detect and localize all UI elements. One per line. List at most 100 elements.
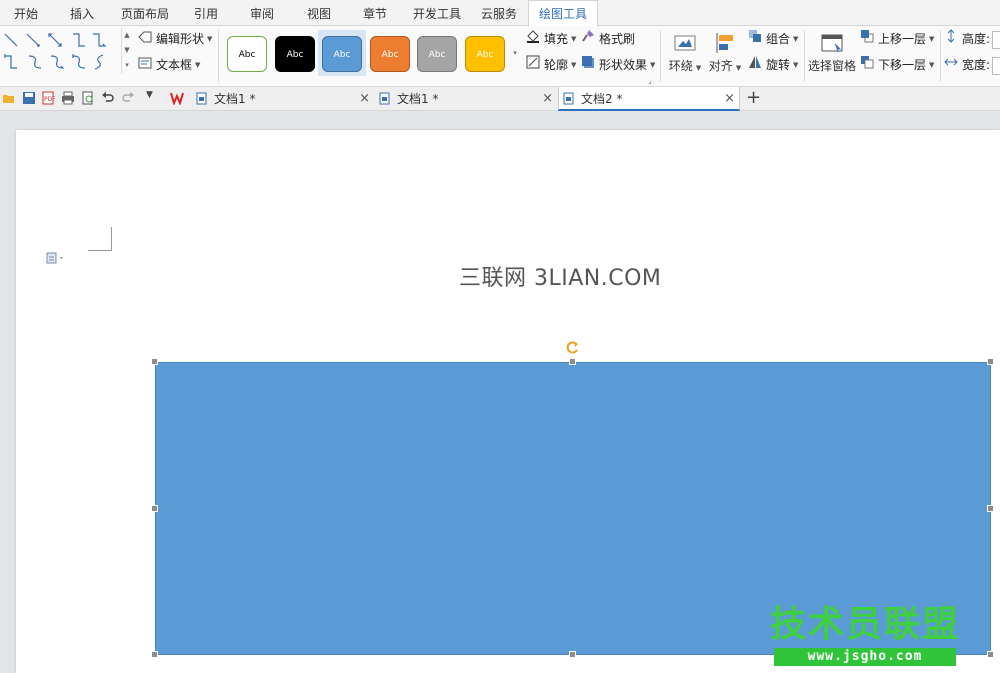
style-preset-gray[interactable]: Abc bbox=[417, 36, 457, 72]
line-shapes-icon[interactable] bbox=[1, 28, 121, 74]
resize-handle-bottom-right[interactable] bbox=[987, 651, 994, 658]
ribbon-divider bbox=[660, 30, 661, 82]
new-tab-plus-icon[interactable]: + bbox=[746, 87, 761, 109]
tab-review[interactable]: 审阅 bbox=[240, 0, 284, 26]
outline-button[interactable]: 轮廓 ▼ bbox=[526, 55, 576, 75]
fill-button[interactable]: 填充 ▼ bbox=[526, 29, 576, 49]
wps-logo-icon[interactable] bbox=[170, 91, 184, 105]
resize-handle-left[interactable] bbox=[151, 505, 158, 512]
shape-effects-button[interactable]: 形状效果 ▼ bbox=[581, 55, 655, 75]
rotate-handle-icon[interactable] bbox=[566, 340, 580, 354]
send-backward-icon bbox=[860, 55, 874, 75]
resize-handle-top-right[interactable] bbox=[987, 358, 994, 365]
align-button[interactable]: 对齐 ▼ bbox=[708, 32, 742, 74]
edit-shape-label: 编辑形状 bbox=[156, 32, 205, 46]
tab-chapter[interactable]: 章节 bbox=[353, 0, 397, 26]
group-button[interactable]: 组合 ▼ bbox=[748, 29, 798, 49]
doc-tab-label: 文档1 * bbox=[214, 92, 256, 106]
print-icon[interactable] bbox=[61, 91, 75, 105]
fill-label: 填充 bbox=[544, 32, 569, 46]
chevron-down-icon: ▼ bbox=[929, 35, 935, 43]
tab-cloud[interactable]: 云服务 bbox=[475, 0, 523, 26]
undo-icon[interactable] bbox=[101, 91, 115, 105]
format-painter-button[interactable]: 格式刷 bbox=[581, 29, 635, 49]
svg-text:PDF: PDF bbox=[44, 96, 55, 103]
edit-shape-icon bbox=[138, 29, 152, 49]
selection-pane-icon bbox=[821, 34, 843, 53]
quick-access-bar: PDF ▼ 文档1 * × 文档1 * × 文档2 * × + bbox=[0, 87, 1000, 111]
close-icon[interactable]: × bbox=[359, 87, 370, 111]
site-watermark-logo: 技术员联盟 www.jsgho.com bbox=[770, 604, 960, 668]
chevron-down-icon: ▼ bbox=[695, 64, 702, 72]
doc-tab-2[interactable]: 文档1 * × bbox=[375, 87, 557, 111]
outline-label: 轮廓 bbox=[544, 58, 569, 72]
height-control: 高度: bbox=[944, 29, 990, 49]
rotate-label: 旋转 bbox=[766, 58, 791, 72]
resize-handle-bottom[interactable] bbox=[569, 651, 576, 658]
shape-gallery[interactable] bbox=[1, 28, 121, 74]
close-icon[interactable]: × bbox=[724, 87, 735, 111]
style-preset-blue[interactable]: Abc bbox=[322, 36, 362, 72]
resize-handle-bottom-left[interactable] bbox=[151, 651, 158, 658]
height-icon bbox=[944, 29, 958, 49]
rotate-button[interactable]: 旋转 ▼ bbox=[748, 55, 798, 75]
width-icon bbox=[944, 55, 958, 75]
text-box-button[interactable]: 文本框 ▼ bbox=[138, 55, 200, 75]
document-icon bbox=[563, 92, 574, 105]
rotate-shape-icon bbox=[748, 55, 762, 75]
tab-developer[interactable]: 开发工具 bbox=[407, 0, 467, 26]
height-label: 高度: bbox=[962, 32, 991, 46]
style-preset-white[interactable]: Abc bbox=[227, 36, 267, 72]
customize-dropdown-icon[interactable]: ▼ bbox=[146, 90, 160, 104]
scroll-down-icon[interactable]: ▼ bbox=[122, 43, 132, 58]
format-painter-label: 格式刷 bbox=[599, 32, 636, 46]
width-control: 宽度: bbox=[944, 55, 990, 75]
print-preview-icon[interactable] bbox=[81, 91, 95, 105]
edit-shape-button[interactable]: 编辑形状 ▼ bbox=[138, 29, 212, 49]
watermark-text: 三联网 3LIAN.COM bbox=[459, 266, 662, 291]
group-icon bbox=[748, 29, 762, 49]
open-folder-icon[interactable] bbox=[2, 91, 16, 105]
doc-tab-3[interactable]: 文档2 * × bbox=[558, 87, 740, 111]
chevron-down-icon: ▼ bbox=[571, 61, 577, 69]
menu-bar: 开始 插入 页面布局 引用 审阅 视图 章节 开发工具 云服务 绘图工具 bbox=[0, 0, 1000, 27]
paste-options-icon[interactable] bbox=[46, 252, 66, 267]
tab-view[interactable]: 视图 bbox=[297, 0, 341, 26]
tab-insert[interactable]: 插入 bbox=[60, 0, 104, 26]
dialog-launcher-icon[interactable]: ⌟ bbox=[648, 76, 652, 85]
shape-gallery-scroll[interactable]: ▲ ▼ ▾ bbox=[121, 28, 132, 74]
width-input[interactable] bbox=[992, 57, 1000, 75]
ribbon-divider bbox=[218, 30, 219, 82]
style-gallery-more-icon[interactable]: ▾ bbox=[510, 30, 520, 76]
chevron-down-icon: ▼ bbox=[929, 61, 935, 69]
close-icon[interactable]: × bbox=[542, 87, 553, 111]
save-icon[interactable] bbox=[22, 91, 36, 105]
tab-start[interactable]: 开始 bbox=[4, 0, 48, 26]
export-pdf-icon[interactable]: PDF bbox=[41, 91, 55, 105]
selection-pane-button[interactable]: 选择窗格 bbox=[808, 32, 856, 74]
resize-handle-top-left[interactable] bbox=[151, 358, 158, 365]
chevron-down-icon: ▼ bbox=[195, 61, 201, 69]
redo-icon[interactable] bbox=[121, 91, 135, 105]
tab-page-layout[interactable]: 页面布局 bbox=[116, 0, 174, 26]
wrap-button[interactable]: 环绕 ▼ bbox=[668, 32, 702, 74]
style-preset-black[interactable]: Abc bbox=[275, 36, 315, 72]
chevron-down-icon: ▼ bbox=[650, 61, 656, 69]
send-backward-button[interactable]: 下移一层 ▼ bbox=[860, 55, 934, 75]
bring-forward-label: 上移一层 bbox=[878, 32, 927, 46]
doc-tab-label: 文档2 * bbox=[581, 92, 623, 106]
style-preset-orange[interactable]: Abc bbox=[370, 36, 410, 72]
gallery-more-icon[interactable]: ▾ bbox=[122, 58, 132, 73]
bring-forward-button[interactable]: 上移一层 ▼ bbox=[860, 29, 934, 49]
shape-effects-icon bbox=[581, 55, 595, 75]
tab-drawing-tools[interactable]: 绘图工具 bbox=[528, 0, 598, 27]
height-input[interactable] bbox=[992, 31, 1000, 49]
shape-effects-label: 形状效果 bbox=[599, 58, 648, 72]
tab-references[interactable]: 引用 bbox=[184, 0, 228, 26]
resize-handle-top[interactable] bbox=[569, 358, 576, 365]
scroll-up-icon[interactable]: ▲ bbox=[122, 28, 132, 43]
doc-tab-1[interactable]: 文档1 * × bbox=[192, 87, 374, 111]
style-preset-gold[interactable]: Abc bbox=[465, 36, 505, 72]
resize-handle-right[interactable] bbox=[987, 505, 994, 512]
shape-style-gallery: Abc Abc Abc Abc Abc Abc ▾ bbox=[222, 28, 520, 78]
